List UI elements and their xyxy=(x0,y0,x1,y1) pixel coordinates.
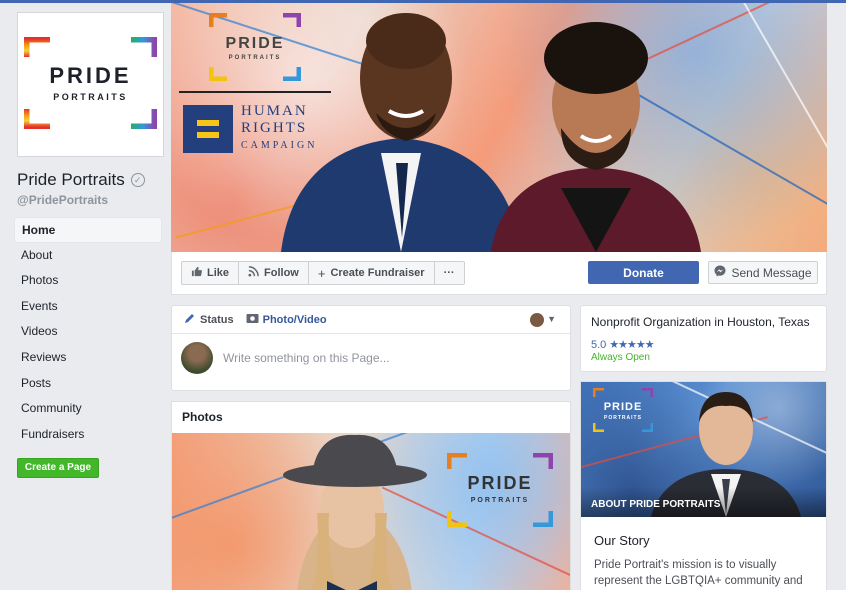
follow-label: Follow xyxy=(264,267,299,279)
more-options-button[interactable]: ··· xyxy=(435,262,464,284)
composer-body[interactable]: Write something on this Page... xyxy=(172,334,570,382)
sidebar-item-home[interactable]: Home xyxy=(14,217,162,243)
hrc-bar xyxy=(197,120,219,126)
paint-stroke xyxy=(740,3,827,172)
photos-card: Photos PRIDE PORTRAITS xyxy=(171,401,571,590)
cover-photo[interactable]: PRIDE PORTRAITS HUMAN RIGHTS CAMPAIGN xyxy=(171,3,827,252)
cover-person-right xyxy=(491,18,701,252)
thumbs-up-icon xyxy=(191,266,202,280)
sidebar-item-community[interactable]: Community xyxy=(14,396,162,422)
chevron-down-icon[interactable]: ▼ xyxy=(547,314,556,324)
about-logo-portraits-text: PORTRAITS xyxy=(604,415,642,421)
more-dots-icon: ··· xyxy=(443,267,455,279)
rating-row[interactable]: 5.0 ★★★★★ xyxy=(591,338,816,352)
pencil-icon xyxy=(184,312,196,327)
story-title: Our Story xyxy=(594,533,650,548)
follow-button[interactable]: Follow xyxy=(239,262,309,284)
rating-value: 5.0 xyxy=(591,338,607,351)
page-action-bar: Like Follow + Create Fundraiser ··· Dona… xyxy=(171,252,827,295)
page-info-card: Nonprofit Organization in Houston, Texas… xyxy=(580,305,827,372)
camera-icon xyxy=(246,312,259,327)
rating-stars-icon: ★★★★★ xyxy=(609,339,654,351)
about-pride-logo: PRIDE PORTRAITS xyxy=(593,388,653,432)
pride-portraits-logo: PRIDE PORTRAITS xyxy=(24,37,157,129)
about-logo-pride-text: PRIDE xyxy=(603,401,643,413)
create-page-button[interactable]: Create a Page xyxy=(17,458,99,478)
sidebar-item-posts[interactable]: Posts xyxy=(14,371,162,397)
donate-button[interactable]: Donate xyxy=(588,261,699,284)
photo-pride-logo: PRIDE PORTRAITS xyxy=(447,453,553,527)
create-fundraiser-button[interactable]: + Create Fundraiser xyxy=(309,262,435,284)
hours-status: Always Open xyxy=(591,352,650,363)
page-name-text[interactable]: Pride Portraits xyxy=(17,170,125,190)
create-fundraiser-label: Create Fundraiser xyxy=(330,267,425,279)
about-cover-image[interactable]: PRIDE PORTRAITS ABOUT PRIDE PORTRAITS xyxy=(581,382,826,517)
hrc-equality-logo-icon xyxy=(183,105,233,153)
logo-text-pride: PRIDE xyxy=(49,63,132,88)
page-name[interactable]: Pride Portraits ✓ xyxy=(17,170,145,190)
tab-status-label: Status xyxy=(200,313,234,326)
about-card: PRIDE PORTRAITS ABOUT PRIDE PORTRAITS Ou… xyxy=(580,381,827,590)
sidebar-item-about[interactable]: About xyxy=(14,243,162,269)
verified-check-icon: ✓ xyxy=(130,173,145,187)
story-text: Pride Portrait's mission is to visually … xyxy=(594,559,803,587)
page-handle[interactable]: @PridePortraits xyxy=(17,193,108,207)
like-button[interactable]: Like xyxy=(182,262,240,284)
logo-text-portraits: PORTRAITS xyxy=(53,92,128,102)
send-message-label: Send Message xyxy=(731,265,812,280)
sidebar-item-reviews[interactable]: Reviews xyxy=(14,345,162,371)
profile-picture[interactable]: PRIDE PORTRAITS xyxy=(17,12,164,157)
like-label: Like xyxy=(207,267,230,279)
photo-logo-portraits-text: PORTRAITS xyxy=(470,497,530,504)
page-actions-group: Like Follow + Create Fundraiser ··· xyxy=(181,261,465,285)
send-message-button[interactable]: Send Message xyxy=(708,261,818,284)
hrc-bar xyxy=(197,132,219,138)
rss-icon xyxy=(248,266,259,280)
sidebar-item-photos[interactable]: Photos xyxy=(14,268,162,294)
photos-title[interactable]: Photos xyxy=(172,402,570,433)
tab-photo-video-label: Photo/Video xyxy=(262,313,327,326)
composer-input[interactable]: Write something on this Page... xyxy=(223,351,390,365)
post-as-avatar[interactable] xyxy=(530,313,544,327)
user-avatar xyxy=(181,342,213,374)
sidebar-item-events[interactable]: Events xyxy=(14,294,162,320)
plus-icon: + xyxy=(317,265,326,281)
sidebar-item-fundraisers[interactable]: Fundraisers xyxy=(14,422,162,448)
tab-photo-video[interactable]: Photo/Video xyxy=(246,312,327,327)
photo-logo-pride-text: PRIDE xyxy=(467,473,533,493)
sidebar-item-videos[interactable]: Videos xyxy=(14,319,162,345)
photo-person xyxy=(267,433,437,590)
page-category[interactable]: Nonprofit Organization in Houston, Texas xyxy=(591,315,816,329)
messenger-icon xyxy=(714,265,726,280)
composer-tabs: Status Photo/Video xyxy=(172,306,570,334)
sidebar-nav: Home About Photos Events Videos Reviews … xyxy=(14,217,162,447)
photo-thumbnail[interactable]: PRIDE PORTRAITS xyxy=(172,433,570,590)
post-composer: Status Photo/Video ▼ Write something on … xyxy=(171,305,571,391)
cover-person-left xyxy=(271,3,521,252)
tab-status[interactable]: Status xyxy=(184,312,234,327)
about-image-label[interactable]: ABOUT PRIDE PORTRAITS xyxy=(591,499,720,510)
